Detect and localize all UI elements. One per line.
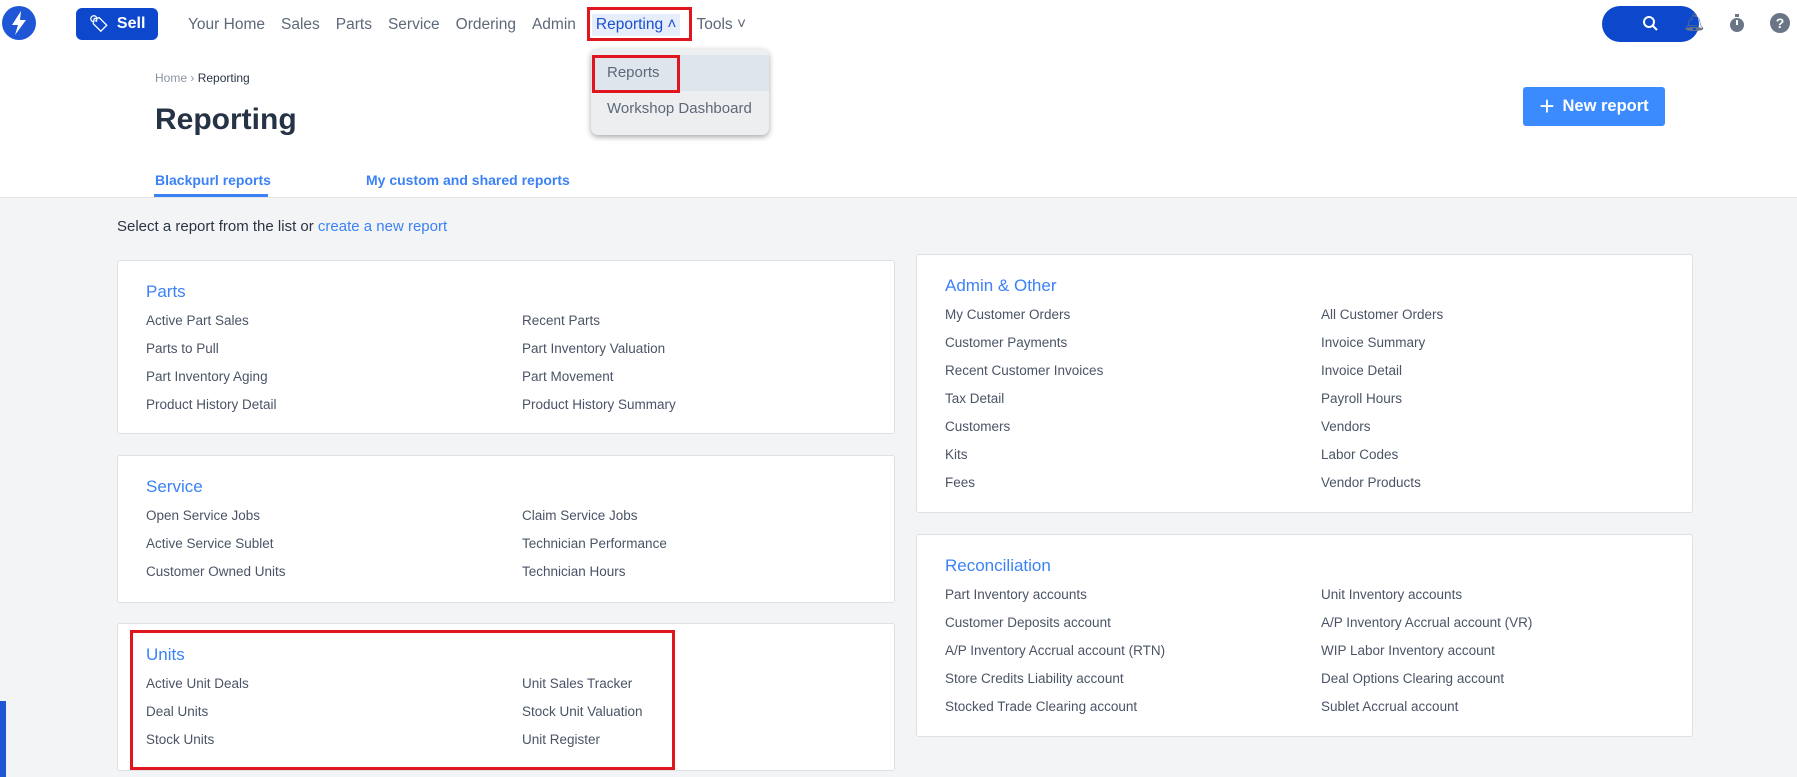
nav-ordering[interactable]: Ordering [456, 16, 516, 34]
help-icon[interactable]: ? [1770, 13, 1790, 33]
report-link[interactable]: Deal Options Clearing account [1321, 671, 1504, 686]
report-link[interactable]: Technician Hours [522, 564, 626, 579]
breadcrumb: Home › Reporting [155, 71, 250, 85]
report-link[interactable]: Unit Inventory accounts [1321, 587, 1462, 602]
report-link[interactable]: Product History Summary [522, 397, 676, 412]
stopwatch-icon[interactable] [1728, 14, 1746, 39]
report-link[interactable]: All Customer Orders [1321, 307, 1443, 322]
highlight-box [587, 7, 692, 41]
tab-custom-shared-reports[interactable]: My custom and shared reports [366, 172, 570, 188]
report-link[interactable]: Customers [945, 419, 1010, 434]
nav-tools[interactable]: Tools ˅ [696, 16, 746, 34]
report-card-reconciliation: Reconciliation Part Inventory accounts Uni… [916, 534, 1693, 737]
sell-button[interactable]: 🏷 Sell [76, 8, 158, 40]
report-card-parts: Parts Active Part Sales Recent Parts Parts … [117, 260, 895, 434]
report-link[interactable]: Claim Service Jobs [522, 508, 638, 523]
report-link[interactable]: Recent Parts [522, 313, 600, 328]
report-link[interactable]: Recent Customer Invoices [945, 363, 1103, 378]
report-link[interactable]: Customer Deposits account [945, 615, 1111, 630]
report-link[interactable]: Stocked Trade Clearing account [945, 699, 1137, 714]
report-link[interactable]: Open Service Jobs [146, 508, 260, 523]
report-link[interactable]: Part Inventory Valuation [522, 341, 665, 356]
breadcrumb-current: Reporting [197, 71, 250, 85]
breadcrumb-separator: › [190, 71, 195, 85]
report-link[interactable]: My Customer Orders [945, 307, 1070, 322]
card-title: Reconciliation [945, 556, 1051, 575]
menu-item-workshop-dashboard[interactable]: Workshop Dashboard [591, 91, 769, 127]
report-link[interactable]: WIP Labor Inventory account [1321, 643, 1495, 658]
report-link[interactable]: Active Part Sales [146, 313, 249, 328]
nav-service[interactable]: Service [388, 16, 440, 34]
report-link[interactable]: Kits [945, 447, 968, 462]
intro-text: Select a report from the list or create … [117, 218, 448, 235]
tab-blackpurl-reports[interactable]: Blackpurl reports [155, 172, 271, 188]
report-link[interactable]: Vendor Products [1321, 475, 1421, 490]
report-link[interactable]: Parts to Pull [146, 341, 219, 356]
nav-admin[interactable]: Admin [532, 16, 576, 34]
page-title: Reporting [155, 103, 297, 136]
nav-parts[interactable]: Parts [336, 16, 372, 34]
report-link[interactable]: Fees [945, 475, 975, 490]
report-link[interactable]: A/P Inventory Accrual account (VR) [1321, 615, 1532, 630]
card-title: Service [146, 477, 203, 496]
new-report-button[interactable]: + New report [1523, 87, 1665, 126]
report-link[interactable]: Tax Detail [945, 391, 1004, 406]
report-card-admin-other: Admin & Other My Customer Orders All Custo… [916, 254, 1693, 513]
card-title: Admin & Other [945, 276, 1057, 295]
nav-sales[interactable]: Sales [281, 16, 320, 34]
report-link[interactable]: Product History Detail [146, 397, 277, 412]
app-logo-icon[interactable] [2, 6, 36, 40]
nav-your-home[interactable]: Your Home [188, 16, 265, 34]
highlight-box [592, 55, 680, 93]
report-link[interactable]: Technician Performance [522, 536, 667, 551]
report-link[interactable]: A/P Inventory Accrual account (RTN) [945, 643, 1165, 658]
report-link[interactable]: Invoice Summary [1321, 335, 1425, 350]
report-link[interactable]: Store Credits Liability account [945, 671, 1124, 686]
report-link[interactable]: Part Movement [522, 369, 614, 384]
tag-icon: 🏷 [88, 16, 109, 33]
report-link[interactable]: Part Inventory accounts [945, 587, 1087, 602]
report-link[interactable]: Customer Payments [945, 335, 1067, 350]
report-link[interactable]: Payroll Hours [1321, 391, 1402, 406]
report-link[interactable]: Invoice Detail [1321, 363, 1402, 378]
report-link[interactable]: Vendors [1321, 419, 1371, 434]
report-link[interactable]: Part Inventory Aging [146, 369, 268, 384]
bell-icon[interactable]: 🔔︎ [1683, 12, 1706, 33]
report-link[interactable]: Active Service Sublet [146, 536, 274, 551]
side-accent-bar [0, 701, 6, 777]
report-card-service: Service Open Service Jobs Claim Service Jo… [117, 455, 895, 603]
breadcrumb-home[interactable]: Home [155, 71, 187, 85]
plus-icon: + [1539, 91, 1555, 121]
card-title: Parts [146, 282, 186, 301]
report-link[interactable]: Sublet Accrual account [1321, 699, 1458, 714]
report-link[interactable]: Customer Owned Units [146, 564, 286, 579]
report-link[interactable]: Labor Codes [1321, 447, 1398, 462]
chevron-down-icon: ˅ [736, 16, 747, 33]
highlight-box [130, 630, 675, 770]
create-report-link[interactable]: create a new report [318, 218, 447, 235]
